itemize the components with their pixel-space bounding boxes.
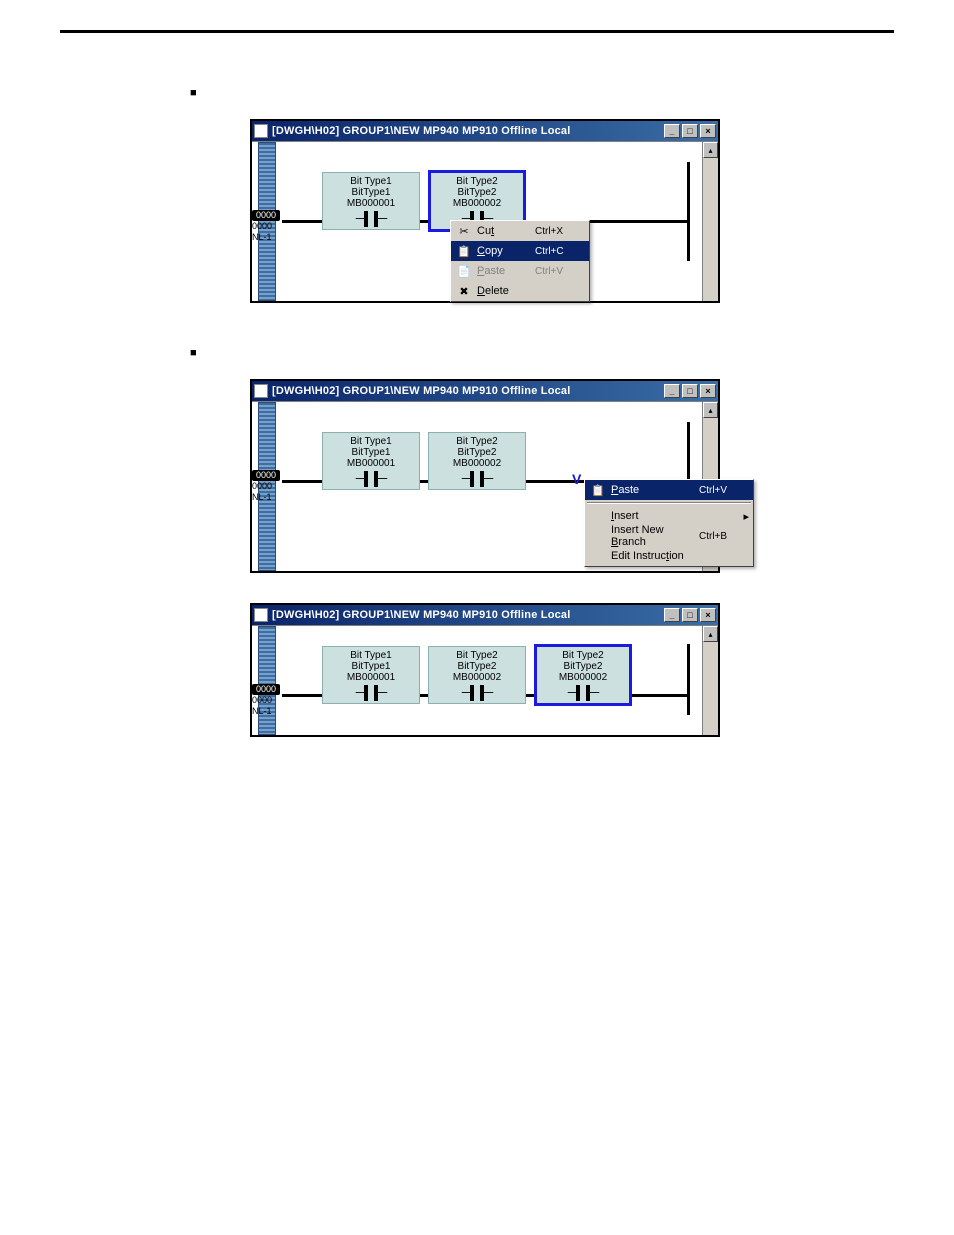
scroll-up-button[interactable]: ▴ <box>703 142 718 158</box>
contact-bittype2-pasted[interactable]: Bit Type2 BitType2 MB000002 ── <box>534 644 632 706</box>
contact-symbol-icon: ── <box>539 685 627 701</box>
contact-bittype2[interactable]: Bit Type2 BitType2 MB000002 ── <box>428 432 526 490</box>
window-result: [DWGH\H02] GROUP1\NEW MP940 MP910 Offlin… <box>250 603 720 737</box>
menu-paste: 📄 Paste Ctrl+V <box>451 261 589 281</box>
window-title: [DWGH\H02] GROUP1\NEW MP940 MP910 Offlin… <box>272 609 662 621</box>
contact-bittype2[interactable]: Bit Type2 BitType2 MB000002 ── <box>428 646 526 704</box>
window-paste: [DWGH\H02] GROUP1\NEW MP940 MP910 Offlin… <box>250 379 720 573</box>
submenu-arrow-icon: ▸ <box>737 510 749 523</box>
ladder-canvas: 0000 0000 NL-1 Bit Type1 BitType1 MB0000… <box>252 141 718 301</box>
window-copy: [DWGH\H02] GROUP1\NEW MP940 MP910 Offlin… <box>250 119 720 303</box>
minimize-button[interactable]: _ <box>664 608 680 622</box>
maximize-button[interactable]: □ <box>682 608 698 622</box>
contact-bittype1[interactable]: Bit Type1 BitType1 MB000001 ── <box>322 432 420 490</box>
app-icon <box>254 124 268 138</box>
menu-insert-new-branch[interactable]: Insert New Branch Ctrl+B <box>585 526 753 546</box>
page-rule <box>60 30 894 33</box>
delete-icon: ✖ <box>455 285 473 298</box>
left-margin-strip <box>258 626 276 735</box>
bullet-2: ■ <box>190 343 894 359</box>
square-bullet-icon: ■ <box>190 347 197 359</box>
close-button[interactable]: × <box>700 384 716 398</box>
minimize-button[interactable]: _ <box>664 384 680 398</box>
menu-cut[interactable]: ✂ Cut Ctrl+X <box>451 221 589 241</box>
contact-symbol-icon: ── <box>431 685 523 701</box>
contact-symbol-icon: ── <box>325 471 417 487</box>
titlebar[interactable]: [DWGH\H02] GROUP1\NEW MP940 MP910 Offlin… <box>252 121 718 141</box>
maximize-button[interactable]: □ <box>682 124 698 138</box>
insertion-cursor-icon: V <box>572 471 581 487</box>
vertical-scrollbar[interactable]: ▴ <box>702 142 718 301</box>
maximize-button[interactable]: □ <box>682 384 698 398</box>
window-title: [DWGH\H02] GROUP1\NEW MP940 MP910 Offlin… <box>272 125 662 137</box>
contact-symbol-icon: ── <box>325 211 417 227</box>
app-icon <box>254 608 268 622</box>
menu-edit-instruction[interactable]: Edit Instruction <box>585 546 753 566</box>
scroll-up-button[interactable]: ▴ <box>703 626 718 642</box>
cut-icon: ✂ <box>455 225 473 238</box>
context-menu-edit: ✂ Cut Ctrl+X 📋 Copy Ctrl+C 📄 Paste Ctrl+… <box>450 220 590 302</box>
minimize-button[interactable]: _ <box>664 124 680 138</box>
menu-paste[interactable]: 📋 Paste Ctrl+V <box>585 480 753 500</box>
contact-symbol-icon: ── <box>431 471 523 487</box>
step-info: 0000 0000 NL-1 <box>252 210 280 243</box>
ladder-canvas: 0000 0000 NL-1 Bit Type1 BitType1 MB0000… <box>252 625 718 735</box>
contact-bittype1[interactable]: Bit Type1 BitType1 MB000001 ── <box>322 646 420 704</box>
menu-delete[interactable]: ✖ Delete <box>451 281 589 301</box>
contact-bittype1[interactable]: Bit Type1 BitType1 MB000001 ── <box>322 172 420 230</box>
right-rail <box>687 162 690 261</box>
menu-copy[interactable]: 📋 Copy Ctrl+C <box>451 241 589 261</box>
close-button[interactable]: × <box>700 124 716 138</box>
titlebar[interactable]: [DWGH\H02] GROUP1\NEW MP940 MP910 Offlin… <box>252 605 718 625</box>
bullet-1: ■ <box>190 83 894 99</box>
paste-icon: 📄 <box>455 265 473 278</box>
vertical-scrollbar[interactable]: ▴ <box>702 626 718 735</box>
app-icon <box>254 384 268 398</box>
step-info: 0000 0000 NL-1 <box>252 470 280 503</box>
right-rail <box>687 644 690 715</box>
context-menu-paste: 📋 Paste Ctrl+V Insert ▸ Insert New Branc… <box>584 479 754 567</box>
titlebar[interactable]: [DWGH\H02] GROUP1\NEW MP940 MP910 Offlin… <box>252 381 718 401</box>
square-bullet-icon: ■ <box>190 87 197 99</box>
close-button[interactable]: × <box>700 608 716 622</box>
paste-icon: 📋 <box>589 484 607 497</box>
step-info: 0000 0000 NL-1 <box>252 684 280 717</box>
contact-symbol-icon: ── <box>325 685 417 701</box>
scroll-up-button[interactable]: ▴ <box>703 402 718 418</box>
window-title: [DWGH\H02] GROUP1\NEW MP940 MP910 Offlin… <box>272 385 662 397</box>
copy-icon: 📋 <box>455 245 473 258</box>
menu-insert[interactable]: Insert ▸ <box>585 506 753 526</box>
